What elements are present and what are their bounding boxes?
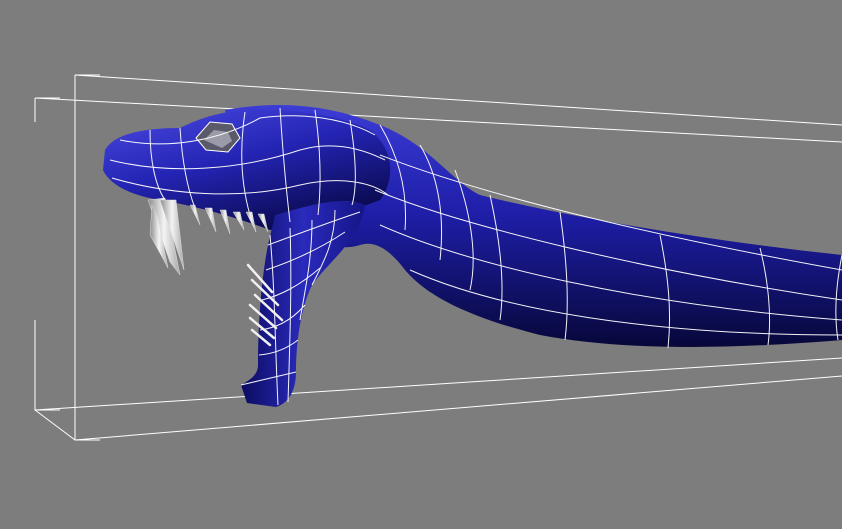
perspective-viewport[interactable] bbox=[0, 0, 842, 529]
viewport-canvas[interactable] bbox=[0, 0, 842, 529]
snake-model[interactable] bbox=[103, 105, 842, 407]
